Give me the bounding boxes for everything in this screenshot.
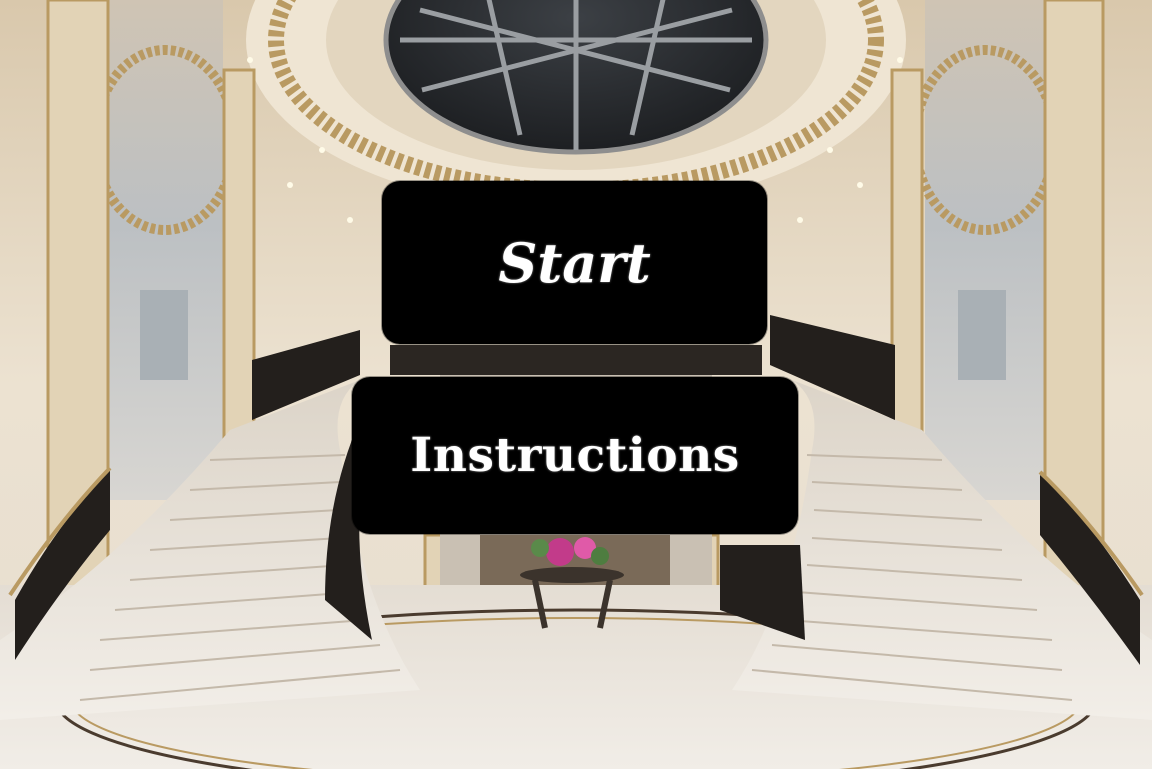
start-button[interactable]: Start	[382, 181, 767, 344]
instructions-button[interactable]: Instructions	[352, 377, 798, 534]
title-screen: Start Instructions	[0, 0, 1152, 769]
start-button-label: Start	[498, 230, 651, 295]
instructions-button-label: Instructions	[410, 428, 740, 483]
